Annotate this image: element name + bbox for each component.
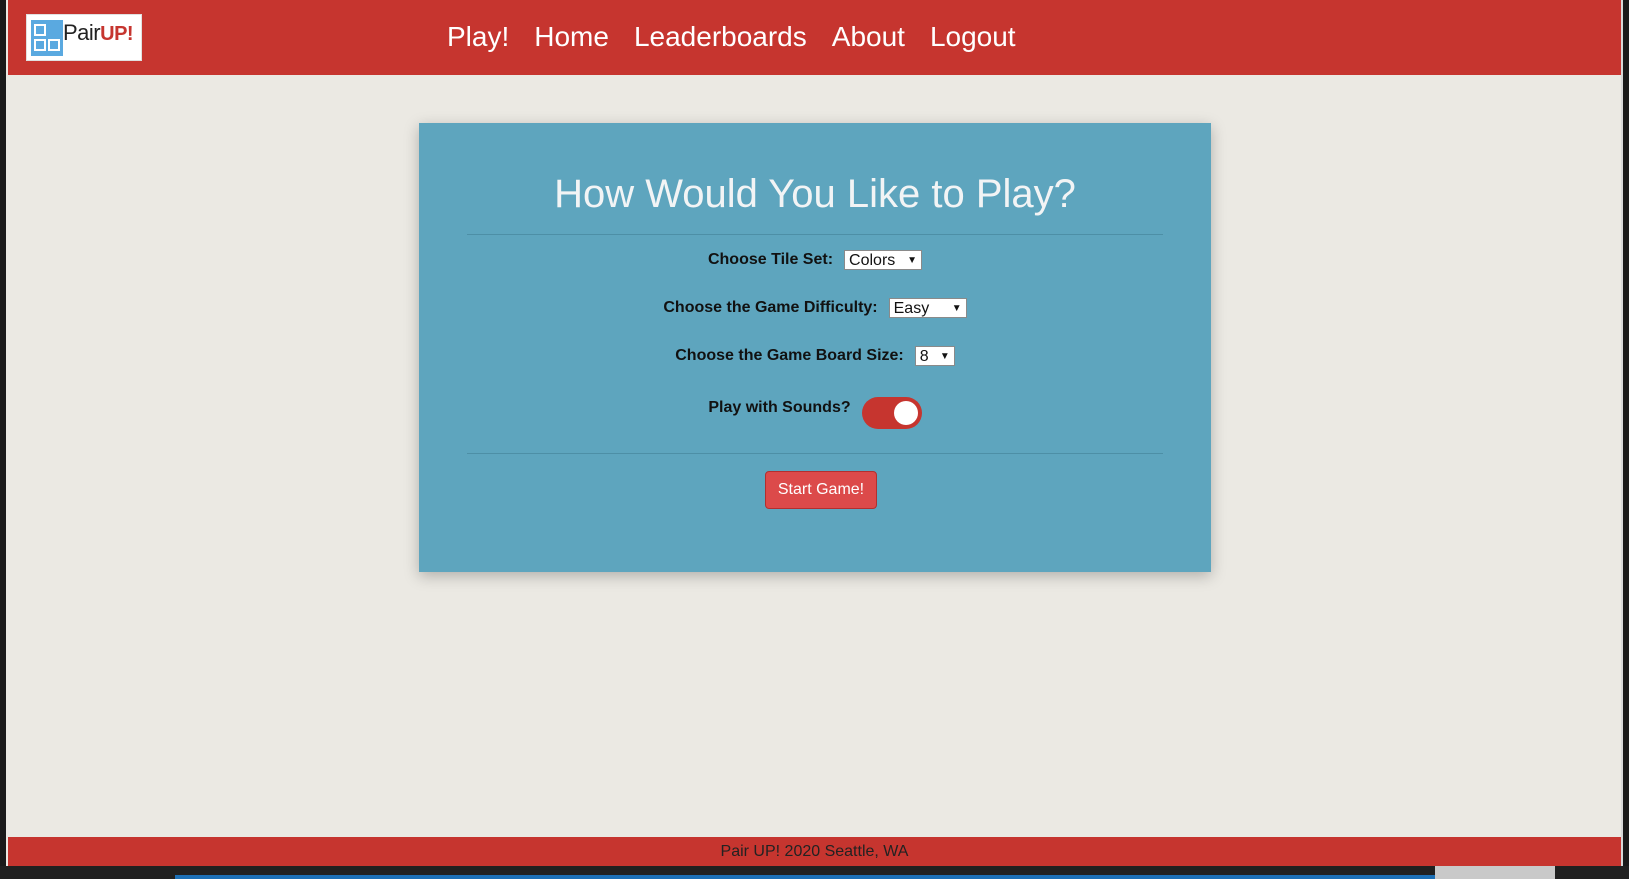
difficulty-row: Choose the Game Difficulty: Easy ▼ <box>419 298 1211 318</box>
system-tray <box>1435 866 1555 879</box>
navbar: PairUP! Play! Home Leaderboards About Lo… <box>8 0 1621 75</box>
sounds-row: Play with Sounds? <box>419 387 1211 429</box>
sounds-label: Play with Sounds? <box>708 399 851 416</box>
tile-grid-icon <box>31 20 63 56</box>
nav-play-link[interactable]: Play! <box>447 18 509 56</box>
nav-links: Play! Home Leaderboards About Logout <box>447 18 1016 56</box>
start-game-button[interactable]: Start Game! <box>765 471 877 509</box>
logo-text: PairUP! <box>63 20 134 47</box>
sounds-toggle[interactable] <box>861 397 922 429</box>
tile-set-label: Choose Tile Set: <box>707 251 834 268</box>
triangle-down-icon: ▼ <box>951 303 962 314</box>
board-size-label: Choose the Game Board Size: <box>675 347 904 364</box>
toggle-knob <box>893 401 918 425</box>
nav-home-link[interactable]: Home <box>534 18 609 56</box>
game-settings-panel: How Would You Like to Play? Choose Tile … <box>419 123 1211 572</box>
tile-set-value: Colors <box>849 252 896 269</box>
triangle-down-icon: ▼ <box>907 255 918 266</box>
taskbar-accent <box>175 875 1435 879</box>
difficulty-select[interactable]: Easy ▼ <box>888 298 967 318</box>
divider-bottom <box>467 453 1163 454</box>
nav-about-link[interactable]: About <box>832 18 905 56</box>
logo-accent: UP! <box>100 23 134 45</box>
board-size-value: 8 <box>919 348 929 365</box>
footer: Pair UP! 2020 Seattle, WA <box>8 837 1621 866</box>
nav-leaderboards-link[interactable]: Leaderboards <box>634 18 807 56</box>
nav-logout-link[interactable]: Logout <box>930 18 1016 56</box>
pairup-logo[interactable]: PairUP! <box>26 14 142 61</box>
board-size-select[interactable]: 8 ▼ <box>914 346 955 366</box>
page-title: How Would You Like to Play? <box>554 172 1076 216</box>
taskbar <box>0 866 1629 879</box>
difficulty-value: Easy <box>893 300 930 317</box>
tile-set-select[interactable]: Colors ▼ <box>844 250 923 270</box>
tile-set-row: Choose Tile Set: Colors ▼ <box>419 250 1211 270</box>
logo-word: Pair <box>63 20 101 45</box>
board-size-row: Choose the Game Board Size: 8 ▼ <box>419 346 1211 366</box>
triangle-down-icon: ▼ <box>939 351 950 362</box>
divider-top <box>467 234 1163 235</box>
browser-window: PairUP! Play! Home Leaderboards About Lo… <box>6 0 1623 866</box>
difficulty-label: Choose the Game Difficulty: <box>663 299 878 316</box>
